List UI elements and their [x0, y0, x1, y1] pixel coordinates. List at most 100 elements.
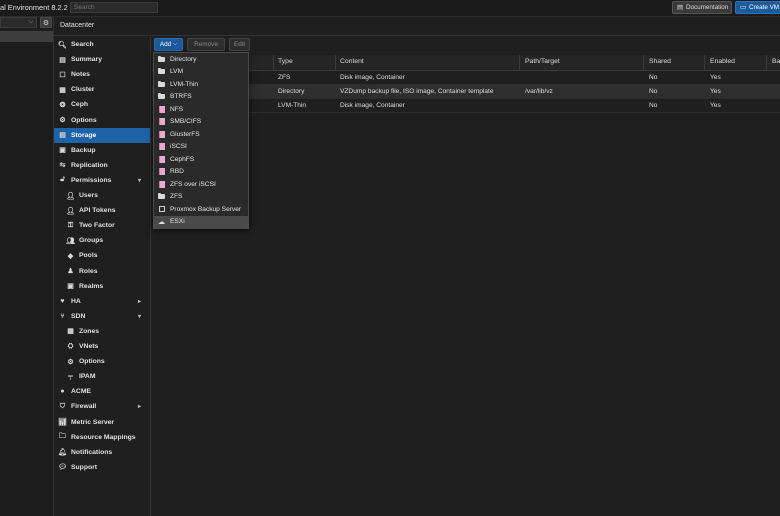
column-path[interactable]: Path/Target [525, 58, 560, 65]
chevron-right-icon[interactable]: ▸ [138, 298, 141, 305]
add-menu-item-lvm-thin[interactable]: LVM-Thin [154, 78, 248, 91]
add-menu-item-esxi[interactable]: ☁ ESXi [154, 215, 248, 228]
menu-item-resource-mappings[interactable]: 🗀 Resource Mappings [54, 430, 150, 445]
add-menu-item-btrfs[interactable]: BTRFS [154, 91, 248, 104]
book-icon: ▤ [677, 4, 683, 11]
menu-item-label: Metric Server [71, 418, 115, 426]
menu-item-metric-server[interactable]: 📊︎ Metric Server [54, 415, 150, 430]
database-icon: ▤ [59, 132, 66, 140]
menu-item-cluster[interactable]: ▦ Cluster [54, 82, 150, 97]
database-icon [158, 180, 165, 188]
content-header: Datacenter [54, 17, 780, 36]
menu-item-acme[interactable]: ● ACME [54, 384, 150, 399]
menu-item-realms[interactable]: ▣ Realms [54, 279, 150, 294]
menu-item-ipam[interactable]: ╤ IPAM [54, 369, 150, 384]
menu-item-notes[interactable]: ☐ Notes [54, 67, 150, 82]
menu-item-ha[interactable]: ♥ HA ▸ [54, 294, 150, 309]
menu-item-api-tokens[interactable]: 👤︎ API Tokens [54, 203, 150, 218]
menu-item-roles[interactable]: ♟ Roles [54, 264, 150, 279]
menu-item-notifications[interactable]: 🔔︎ Notifications [54, 445, 150, 460]
chevron-down-icon[interactable]: ▾ [138, 177, 141, 184]
ceph-icon: ❂ [59, 101, 66, 109]
column-content[interactable]: Content [340, 58, 364, 65]
menu-item-groups[interactable]: 👥︎ Groups [54, 233, 150, 248]
add-menu-item-label: Proxmox Backup Server [170, 205, 242, 213]
folder-icon [158, 68, 165, 75]
add-menu-item-label: GlusterFS [170, 130, 200, 138]
menu-item-backup[interactable]: ▣ Backup [54, 143, 150, 158]
column-type[interactable]: Type [278, 58, 293, 65]
menu-item-label: Support [71, 463, 98, 471]
add-menu-item-proxmox-backup-server[interactable]: Proxmox Backup Server [154, 203, 248, 216]
menu-item-label: Realms [79, 282, 104, 290]
chevron-right-icon[interactable]: ▸ [138, 403, 141, 410]
menu-item-summary[interactable]: ▤ Summary [54, 52, 150, 67]
chevron-down-icon[interactable]: ▾ [138, 313, 141, 320]
tree-item-datacenter[interactable] [0, 31, 53, 42]
menu-item-permissions[interactable]: 🔓︎ Permissions ▾ [54, 173, 150, 188]
menu-item-label: API Tokens [79, 207, 116, 215]
heartbeat-icon: ♥ [60, 297, 65, 305]
menu-item-two-factor[interactable]: ⚿ Two Factor [54, 218, 150, 233]
add-menu-item-glusterfs[interactable]: GlusterFS [154, 128, 248, 141]
menu-item-storage[interactable]: ▤ Storage [54, 127, 150, 143]
menu-item-search[interactable]: 🔍︎ Search [54, 37, 150, 52]
menu-item-pools[interactable]: ◆ Pools [54, 248, 150, 263]
menu-item-ceph[interactable]: ❂ Ceph [54, 97, 150, 112]
menu-item-label: HA [71, 297, 81, 305]
add-menu-item-iscsi[interactable]: iSCSI [154, 141, 248, 154]
menu-item-label: Summary [71, 56, 102, 64]
add-menu-item-label: CephFS [170, 155, 195, 163]
menu-item-label: Two Factor [79, 222, 115, 230]
menu-item-vnets[interactable]: ⛭ VNets [54, 339, 150, 354]
tags-icon: ◆ [67, 252, 74, 260]
column-divider [519, 55, 520, 70]
add-menu-item-smb-cifs[interactable]: SMB/CIFS [154, 116, 248, 129]
add-menu-item-directory[interactable]: Directory [154, 53, 248, 66]
add-menu-item-label: LVM-Thin [170, 80, 199, 88]
gear-icon[interactable]: ⚙ [40, 17, 52, 28]
add-menu-item-zfs[interactable]: ZFS [154, 191, 248, 204]
sdn-icon: ⑂ [60, 312, 65, 320]
add-menu-item-rbd[interactable]: RBD [154, 166, 248, 179]
column-enabled[interactable]: Enabled [710, 58, 735, 65]
documentation-button[interactable]: ▤ Documentation [672, 1, 732, 14]
chevron-down-icon: ⌵ [172, 41, 178, 47]
folder-icon [158, 55, 165, 63]
bar-chart-icon: 📊︎ [58, 419, 67, 426]
retweet-icon: ⇆ [59, 162, 66, 170]
add-menu-item-label: BTRFS [170, 93, 192, 101]
menu-item-firewall[interactable]: ⛉ Firewall ▸ [54, 399, 150, 414]
bell-icon: 🔔︎ [58, 449, 67, 457]
notes-icon: ☐ [59, 71, 66, 79]
menu-item-options[interactable]: ⚙ Options [54, 354, 150, 369]
remove-button[interactable]: Remove [187, 38, 225, 51]
search-input[interactable] [70, 2, 158, 13]
column-shared[interactable]: Shared [649, 58, 671, 65]
view-selector[interactable]: ⌵ [0, 17, 37, 28]
menu-item-label: Storage [71, 131, 97, 139]
menu-item-label: Backup [71, 146, 96, 154]
menu-item-support[interactable]: 💬︎ Support [54, 460, 150, 475]
male-icon: ♟ [67, 268, 74, 275]
menu-item-label: Options [71, 116, 97, 124]
menu-item-sdn[interactable]: ⑂ SDN ▾ [54, 309, 150, 324]
certificate-icon: ● [60, 388, 65, 396]
folder-icon [158, 80, 165, 88]
menu-item-zones[interactable]: ▦ Zones [54, 324, 150, 339]
menu-item-label: Resource Mappings [71, 433, 136, 441]
menu-item-users[interactable]: 👤︎ Users [54, 188, 150, 203]
add-menu-item-cephfs[interactable]: CephFS [154, 153, 248, 166]
add-menu-item-nfs[interactable]: NFS [154, 103, 248, 116]
create-vm-button[interactable]: ▭ Create VM [735, 1, 780, 14]
edit-button[interactable]: Edit [229, 38, 250, 51]
comments-icon: 💬︎ [58, 464, 67, 472]
add-menu-item-zfs-over-iscsi[interactable]: ZFS over iSCSI [154, 178, 248, 191]
menu-item-replication[interactable]: ⇆ Replication [54, 158, 150, 173]
add-button[interactable]: Add ⌵ [154, 38, 183, 51]
column-bandwidth[interactable]: Ba [772, 58, 780, 65]
menu-item-options[interactable]: ⚙ Options [54, 113, 150, 128]
database-icon [158, 105, 165, 113]
menu-item-label: VNets [79, 343, 99, 350]
add-menu-item-lvm[interactable]: LVM [154, 66, 248, 79]
